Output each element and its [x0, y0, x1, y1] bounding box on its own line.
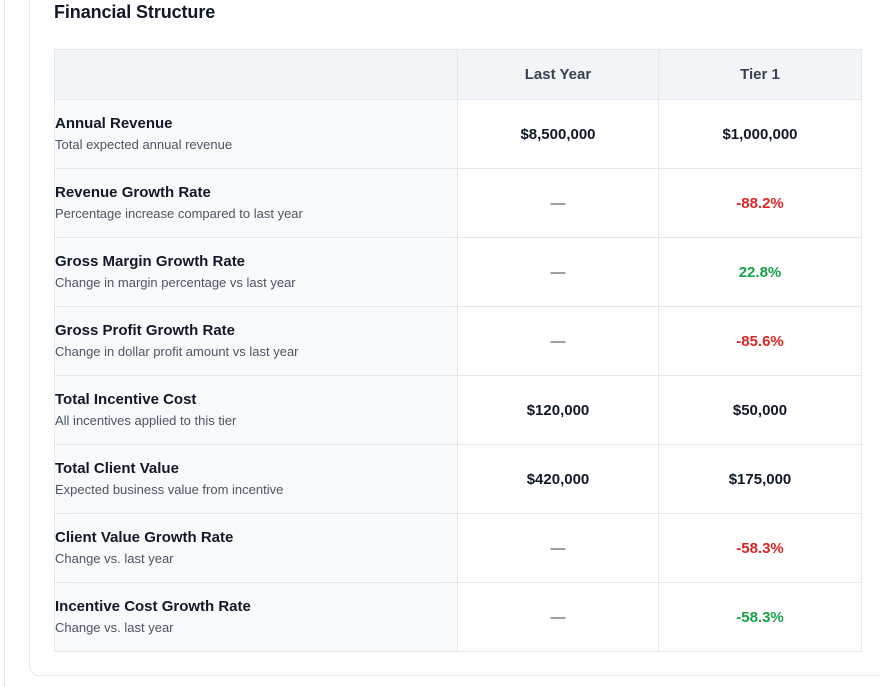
metric-name: Incentive Cost Growth Rate	[55, 598, 251, 615]
tier-1-value: -88.2%	[658, 168, 862, 238]
column-header-last-year: Last Year	[457, 49, 659, 100]
metric-label-cell: Total Incentive Cost All incentives appl…	[54, 375, 458, 445]
metric-label-cell: Client Value Growth Rate Change vs. last…	[54, 513, 458, 583]
tier-1-value: $50,000	[658, 375, 862, 445]
metric-description: Change in dollar profit amount vs last y…	[55, 344, 299, 359]
last-year-value: —	[457, 513, 659, 583]
table-row: Total Incentive Cost All incentives appl…	[54, 375, 862, 445]
tier-1-value: -58.3%	[658, 513, 862, 583]
last-year-value: $8,500,000	[457, 99, 659, 169]
metric-label-cell: Gross Profit Growth Rate Change in dolla…	[54, 306, 458, 376]
last-year-value: $120,000	[457, 375, 659, 445]
metric-description: Expected business value from incentive	[55, 482, 284, 497]
table-row: Revenue Growth Rate Percentage increase …	[54, 168, 862, 238]
last-year-value: —	[457, 168, 659, 238]
table-row: Gross Margin Growth Rate Change in margi…	[54, 237, 862, 307]
tier-1-value: $1,000,000	[658, 99, 862, 169]
metric-description: Change vs. last year	[55, 551, 174, 566]
last-year-value: —	[457, 306, 659, 376]
metric-label-cell: Gross Margin Growth Rate Change in margi…	[54, 237, 458, 307]
last-year-value: —	[457, 582, 659, 652]
metric-name: Gross Profit Growth Rate	[55, 322, 236, 339]
table-row: Incentive Cost Growth Rate Change vs. la…	[54, 582, 862, 652]
metric-description: Change vs. last year	[55, 620, 174, 635]
metric-label-cell: Incentive Cost Growth Rate Change vs. la…	[54, 582, 458, 652]
page-left-border	[4, 0, 5, 687]
metric-label-cell: Annual Revenue Total expected annual rev…	[54, 99, 458, 169]
metric-description: All incentives applied to this tier	[55, 413, 237, 428]
metric-label-cell: Revenue Growth Rate Percentage increase …	[54, 168, 458, 238]
table-row: Gross Profit Growth Rate Change in dolla…	[54, 306, 862, 376]
metric-name: Client Value Growth Rate	[55, 529, 234, 546]
table-row: Total Client Value Expected business val…	[54, 444, 862, 514]
metric-name: Gross Margin Growth Rate	[55, 253, 246, 270]
metric-description: Percentage increase compared to last yea…	[55, 206, 303, 221]
table-row: Annual Revenue Total expected annual rev…	[54, 99, 862, 169]
metric-name: Revenue Growth Rate	[55, 184, 211, 201]
financial-structure-table: Last Year Tier 1 Annual Revenue Total ex…	[54, 49, 862, 652]
table-header-row: Last Year Tier 1	[54, 49, 862, 100]
last-year-value: $420,000	[457, 444, 659, 514]
metric-label-cell: Total Client Value Expected business val…	[54, 444, 458, 514]
tier-1-value: -58.3%	[658, 582, 862, 652]
metric-description: Total expected annual revenue	[55, 137, 233, 152]
tier-1-value: $175,000	[658, 444, 862, 514]
metric-name: Total Incentive Cost	[55, 391, 197, 408]
tier-1-value: -85.6%	[658, 306, 862, 376]
tier-1-value: 22.8%	[658, 237, 862, 307]
section-title: Financial Structure	[54, 2, 216, 22]
column-header-metric	[54, 49, 458, 100]
metric-name: Total Client Value	[55, 460, 179, 477]
metric-description: Change in margin percentage vs last year	[55, 275, 296, 290]
metric-name: Annual Revenue	[55, 115, 173, 132]
table-row: Client Value Growth Rate Change vs. last…	[54, 513, 862, 583]
column-header-tier-1: Tier 1	[658, 49, 862, 100]
last-year-value: —	[457, 237, 659, 307]
